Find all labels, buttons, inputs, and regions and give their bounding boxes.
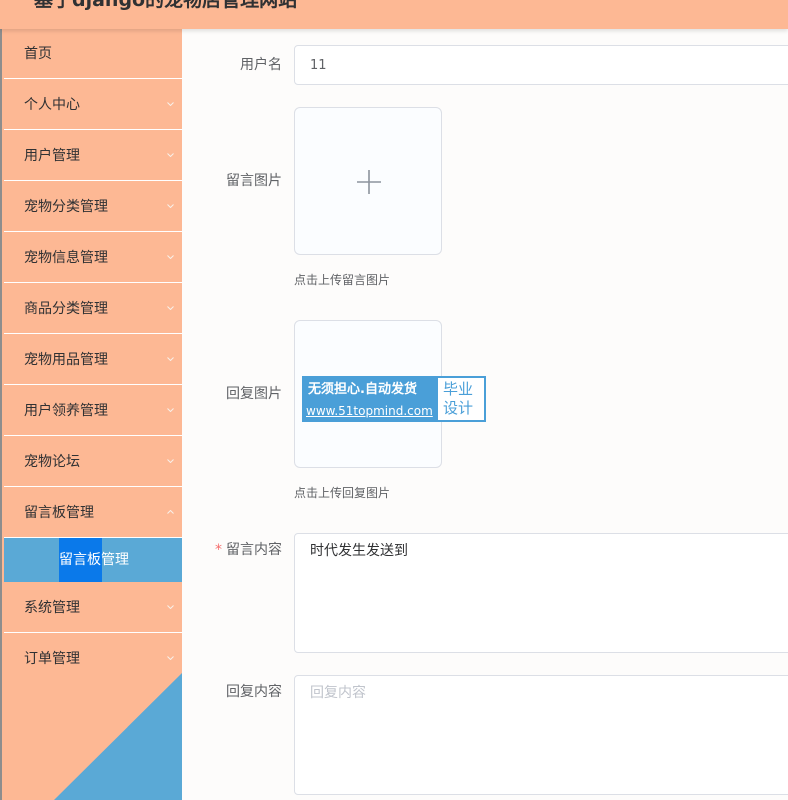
- sidebar-item-orders[interactable]: 订单管理: [4, 634, 182, 684]
- watermark-right: 毕业 设计: [438, 378, 484, 420]
- chevron-down-icon: [167, 459, 174, 463]
- sidebar-item-users[interactable]: 用户管理: [4, 131, 182, 181]
- chevron-down-icon: [167, 255, 174, 259]
- sidebar-item-label: 宠物分类管理: [24, 199, 108, 215]
- reply-content-placeholder: 回复内容: [310, 685, 366, 701]
- sidebar-item-label: 用户领养管理: [24, 403, 108, 419]
- watermark-right-bottom: 设计: [443, 399, 474, 417]
- sidebar-item-label: 订单管理: [24, 651, 80, 667]
- submenu-item-message-board[interactable]: 留言板管理: [4, 538, 182, 582]
- sidebar-item-label: 个人中心: [24, 97, 80, 113]
- sidebar-item-pet-info[interactable]: 宠物信息管理: [4, 233, 182, 283]
- chevron-down-icon: [167, 357, 174, 361]
- chevron-down-icon: [167, 306, 174, 310]
- chevron-down-icon: [167, 102, 174, 106]
- message-image-uploader[interactable]: [294, 107, 442, 255]
- watermark-url: www.51topmind.com: [306, 404, 433, 418]
- username-value: 11: [310, 58, 327, 73]
- sidebar-item-label: 用户管理: [24, 148, 80, 164]
- message-content-label-text: 留言内容: [226, 542, 282, 558]
- sidebar-item-label: 系统管理: [24, 600, 80, 616]
- sidebar-item-label: 宠物信息管理: [24, 250, 108, 266]
- message-image-label: 留言图片: [226, 173, 282, 189]
- sidebar-item-message-board[interactable]: 留言板管理: [4, 488, 182, 538]
- watermark-left: 无须担心.自动发货 www.51topmind.com: [304, 378, 438, 420]
- app-title: 基于django的宠物店管理网站: [34, 0, 298, 11]
- sidebar-item-profile[interactable]: 个人中心: [4, 80, 182, 130]
- watermark-slogan: 无须担心.自动发货: [308, 382, 417, 397]
- username-input[interactable]: 11: [294, 45, 788, 85]
- sidebar-item-label: 商品分类管理: [24, 301, 108, 317]
- sidebar-item-pet-categories[interactable]: 宠物分类管理: [4, 182, 182, 232]
- reply-image-tip: 点击上传回复图片: [294, 486, 391, 500]
- watermark-right-top: 毕业: [443, 380, 474, 398]
- username-label: 用户名: [240, 57, 282, 73]
- message-content-value: 时代发生发送到: [310, 543, 408, 559]
- watermark-badge: 无须担心.自动发货 www.51topmind.com 毕业 设计: [302, 376, 486, 422]
- reply-image-label: 回复图片: [226, 386, 282, 402]
- sidebar-item-label: 宠物用品管理: [24, 352, 108, 368]
- reply-content-textarea[interactable]: 回复内容: [294, 675, 788, 795]
- sidebar-item-label: 宠物论坛: [24, 454, 80, 470]
- sidebar-item-home[interactable]: 首页: [4, 29, 182, 79]
- submenu-item-label: 留言板管理: [59, 552, 129, 568]
- sidebar-item-pet-supplies[interactable]: 宠物用品管理: [4, 335, 182, 385]
- plus-icon: [357, 170, 381, 194]
- sidebar-item-forum[interactable]: 宠物论坛: [4, 437, 182, 487]
- chevron-down-icon: [167, 408, 174, 412]
- message-content-textarea[interactable]: 时代发生发送到: [294, 533, 788, 653]
- sidebar: 首页 个人中心 用户管理 宠物分类管理 宠物信息管理 商品分类管理 宠物用品管理…: [0, 29, 182, 800]
- chevron-down-icon: [167, 656, 174, 660]
- required-mark: *: [215, 542, 222, 558]
- reply-content-label: 回复内容: [226, 684, 282, 700]
- sidebar-item-label: 留言板管理: [24, 505, 94, 521]
- chevron-down-icon: [167, 153, 174, 157]
- message-content-label: * 留言内容: [215, 541, 282, 559]
- sidebar-corner-decoration: [54, 672, 182, 800]
- app-header: 基于django的宠物店管理网站: [0, 0, 788, 29]
- sidebar-item-label: 首页: [24, 46, 52, 62]
- message-image-tip: 点击上传留言图片: [294, 273, 391, 287]
- chevron-down-icon: [167, 605, 174, 609]
- sidebar-item-product-categories[interactable]: 商品分类管理: [4, 284, 182, 334]
- chevron-up-icon: [167, 510, 174, 514]
- sidebar-item-system[interactable]: 系统管理: [4, 583, 182, 633]
- chevron-down-icon: [167, 204, 174, 208]
- sidebar-item-adoptions[interactable]: 用户领养管理: [4, 386, 182, 436]
